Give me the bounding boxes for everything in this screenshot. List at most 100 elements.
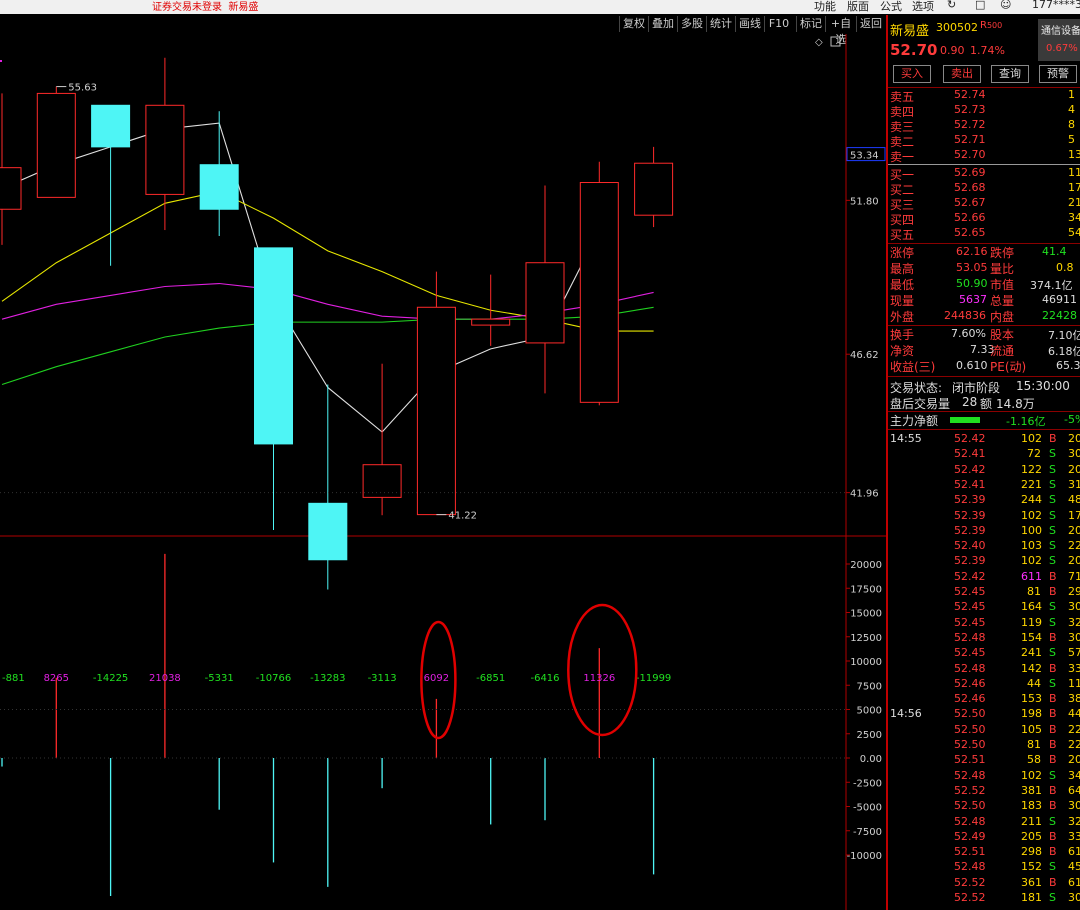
ask-levels: 卖五 52.74 1 卖四 52.73 4 卖三 52.72 8 卖二 52.71 5 卖一 52… xyxy=(888,88,1080,164)
tick-side: S xyxy=(1049,462,1056,476)
tick-row: 52.52 181 S 30 xyxy=(888,891,1080,906)
toolbar-button[interactable]: 叠加 xyxy=(648,16,677,32)
tick-row: 52.39 102 S 17 xyxy=(888,509,1080,524)
indicator-tick-label: 7500 xyxy=(857,681,882,692)
tick-count: 38 xyxy=(1068,692,1080,706)
toolbar-button[interactable]: 多股 xyxy=(677,16,706,32)
candle-body-up xyxy=(0,167,22,210)
tick-side: B xyxy=(1049,799,1057,813)
indicator-value-label: -6851 xyxy=(476,673,505,684)
tick-count: 20 xyxy=(1068,462,1080,476)
price-change: 0.90 xyxy=(940,44,965,57)
tick-row: 52.50 183 B 30 xyxy=(888,799,1080,814)
menu-options[interactable]: 选项 xyxy=(912,0,934,14)
menu-functions[interactable]: 功能 xyxy=(814,0,836,14)
tick-volume: 181 xyxy=(1021,891,1042,904)
tick-row: 52.48 142 B 33 xyxy=(888,662,1080,677)
tick-volume: 102 xyxy=(1021,508,1042,522)
ask-row: 卖一52.7013 xyxy=(890,148,1080,164)
tick-row: 52.50 81 B 22 xyxy=(888,738,1080,753)
indicator-tick-label: 0.00 xyxy=(860,754,882,765)
tick-price: 52.41 xyxy=(954,477,986,491)
indicator-value-label: -5331 xyxy=(205,673,234,684)
candle-body-up xyxy=(525,262,565,344)
tick-volume: 183 xyxy=(1021,799,1042,813)
tick-row: 52.45 164 S 30 xyxy=(888,600,1080,615)
indicator-tick-label: -2500 xyxy=(853,778,882,789)
tick-time: 14:55 xyxy=(890,432,922,445)
tick-count: 45 xyxy=(1068,860,1080,874)
indicator-value-label: 8265 xyxy=(44,673,69,684)
toolbar-button[interactable]: F10 xyxy=(764,16,793,32)
toolbar-button[interactable]: 画线 xyxy=(735,16,764,32)
indicator-tick-label: -10000 xyxy=(847,851,882,862)
tick-side: S xyxy=(1049,768,1056,782)
indicator-tick-label: 15000 xyxy=(850,609,882,620)
tick-volume: 205 xyxy=(1021,829,1042,843)
tick-volume: 198 xyxy=(1021,707,1042,721)
tick-row: 52.45 241 S 57 xyxy=(888,646,1080,661)
tick-volume: 122 xyxy=(1021,462,1042,476)
menu-formula[interactable]: 公式 xyxy=(880,0,902,14)
stock-code: 300502 xyxy=(936,21,978,34)
indicator-value-label: -14225 xyxy=(93,673,128,684)
tick-volume: 81 xyxy=(1027,738,1041,751)
user-icon[interactable]: ☺ xyxy=(1000,0,1011,11)
indicator-tick-label: 12500 xyxy=(850,633,882,644)
last-price: 52.70 xyxy=(890,41,938,59)
tick-side: B xyxy=(1049,829,1057,843)
tick-row: 52.45 81 B 29 xyxy=(888,585,1080,600)
indicator-value-label: -11999 xyxy=(636,673,671,684)
tick-price: 52.39 xyxy=(954,493,986,507)
tick-price: 52.39 xyxy=(954,554,986,568)
tick-volume: 119 xyxy=(1021,615,1042,629)
toolbar-button[interactable]: +自选 xyxy=(825,16,856,46)
toolbar-button[interactable]: 复权 xyxy=(619,16,648,32)
sector-box[interactable]: 通信设备 0.67% xyxy=(1038,19,1080,61)
tick-row: 52.48 102 S 34 xyxy=(888,769,1080,784)
calendar-icon[interactable]: □ xyxy=(975,0,985,11)
tick-count: 20 xyxy=(1068,432,1080,445)
tick-count: 33 xyxy=(1068,829,1080,843)
indicator-value-label: -6416 xyxy=(530,673,559,684)
query-button[interactable]: 查询 xyxy=(991,65,1029,83)
price-tick-label: 41.96 xyxy=(850,489,879,500)
tick-row: 52.41 72 S 30 xyxy=(888,447,1080,462)
tick-price: 52.39 xyxy=(954,523,986,537)
tick-row: 52.49 205 B 33 xyxy=(888,830,1080,845)
tick-side: S xyxy=(1049,447,1056,461)
tick-volume: 152 xyxy=(1021,860,1042,874)
buy-button[interactable]: 买入 xyxy=(893,65,931,83)
tick-price: 52.50 xyxy=(954,722,986,736)
account-name[interactable]: 177****34 xyxy=(1032,0,1080,11)
indicator-value-label: 11326 xyxy=(583,673,615,684)
tick-volume: 81 xyxy=(1027,585,1041,598)
indicator-tick-label: 10000 xyxy=(850,657,882,668)
toolbar-button[interactable]: 统计 xyxy=(706,16,735,32)
tick-price: 52.50 xyxy=(954,738,986,751)
refresh-icon[interactable]: ↻ xyxy=(947,0,956,11)
tick-count: 33 xyxy=(1068,661,1080,675)
title-bar: 证券交易未登录 新易盛 功能 版面 公式 选项 ↻ □ ☺ 177****34 xyxy=(0,0,1080,14)
highlight-ellipse xyxy=(567,603,638,737)
tick-volume: 153 xyxy=(1021,692,1042,706)
tick-volume: 105 xyxy=(1021,722,1042,736)
alert-button[interactable]: 预警 xyxy=(1039,65,1077,83)
indicator-tick-label: 2500 xyxy=(857,730,882,741)
tick-volume: 611 xyxy=(1021,569,1042,583)
indicator-tick-label: -7500 xyxy=(853,827,882,838)
tick-count: 64 xyxy=(1068,783,1080,797)
tick-side: S xyxy=(1049,523,1056,537)
tick-price: 52.52 xyxy=(954,783,986,797)
candle-body-up xyxy=(579,182,619,403)
tick-volume: 102 xyxy=(1021,432,1042,445)
kline-chart[interactable]: -881 8265 -14225 21038 -5331 -10766 -13283 -311… xyxy=(0,34,886,910)
tick-volume: 211 xyxy=(1021,814,1042,828)
sell-button[interactable]: 卖出 xyxy=(943,65,981,83)
tick-volume: 142 xyxy=(1021,661,1042,675)
ma-marker xyxy=(0,60,2,62)
toolbar-button[interactable]: 返回 xyxy=(856,16,885,32)
menu-layout[interactable]: 版面 xyxy=(847,0,869,14)
ask-row: 卖四 52.73 4 xyxy=(890,103,1075,119)
toolbar-button[interactable]: 标记 xyxy=(796,16,825,32)
